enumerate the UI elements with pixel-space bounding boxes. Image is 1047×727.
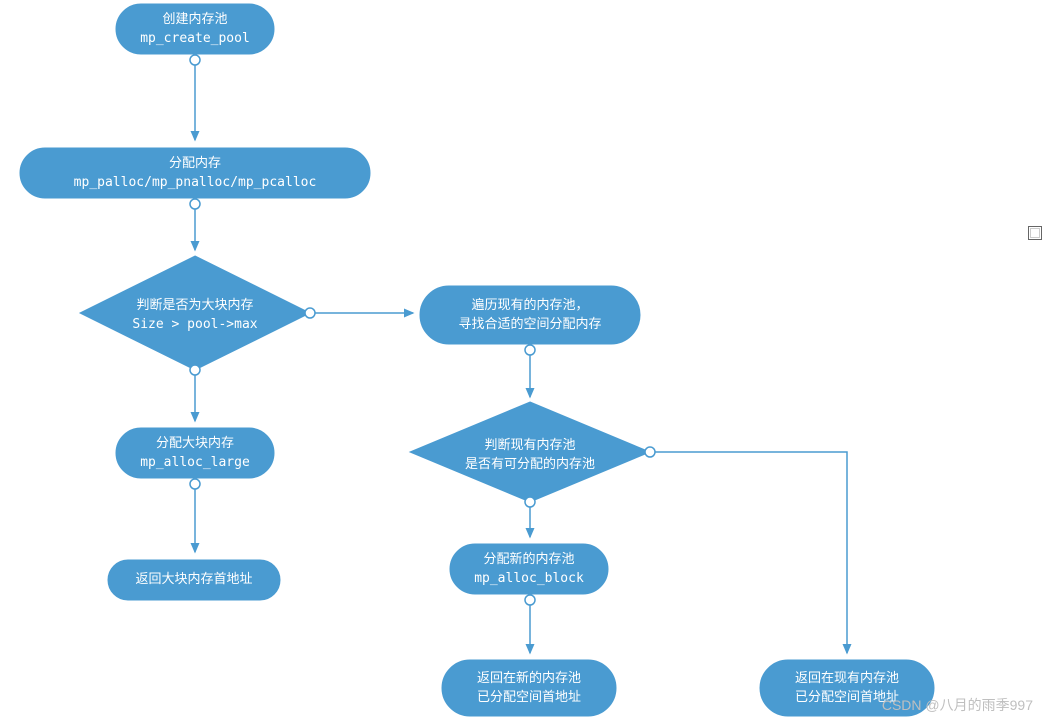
text: 判断是否为大块内存 — [136, 296, 253, 316]
node-decision-pool: 判断现有内存池 是否有可分配的内存池 — [410, 420, 650, 490]
node-alloc-block: 分配新的内存池 mp_alloc_block — [450, 544, 608, 594]
text: mp_create_pool — [140, 29, 250, 49]
node-return-new: 返回在新的内存池 已分配空间首地址 — [442, 660, 616, 716]
text: 已分配空间首地址 — [477, 688, 581, 708]
text: 分配新的内存池 — [483, 550, 574, 570]
text: mp_alloc_block — [474, 569, 584, 589]
text: 遍历现有的内存池， — [471, 296, 588, 316]
flowchart-svg — [0, 0, 1047, 727]
text: 寻找合适的空间分配内存 — [458, 315, 601, 335]
node-decision-size: 判断是否为大块内存 Size > pool->max — [80, 280, 310, 350]
text: 返回在现有内存池 — [795, 669, 899, 689]
text: Size > pool->max — [132, 315, 257, 335]
text: 返回大块内存首地址 — [135, 570, 252, 590]
text: mp_alloc_large — [140, 453, 250, 473]
text: 返回在新的内存池 — [477, 669, 581, 689]
watermark: CSDN @八月的雨季997 — [882, 695, 1033, 715]
text: 分配大块内存 — [156, 434, 234, 454]
node-alloc-large: 分配大块内存 mp_alloc_large — [116, 428, 274, 478]
node-alloc-mem: 分配内存 mp_palloc/mp_pnalloc/mp_pcalloc — [20, 148, 370, 198]
resize-handle-icon[interactable] — [1028, 226, 1042, 240]
text: mp_palloc/mp_pnalloc/mp_pcalloc — [74, 173, 317, 193]
text: 是否有可分配的内存池 — [465, 455, 595, 475]
text: 创建内存池 — [162, 10, 227, 30]
node-return-large: 返回大块内存首地址 — [108, 560, 280, 600]
node-create-pool: 创建内存池 mp_create_pool — [116, 4, 274, 54]
node-traverse: 遍历现有的内存池， 寻找合适的空间分配内存 — [420, 286, 640, 344]
text: 判断现有内存池 — [484, 436, 575, 456]
text: 分配内存 — [169, 154, 221, 174]
